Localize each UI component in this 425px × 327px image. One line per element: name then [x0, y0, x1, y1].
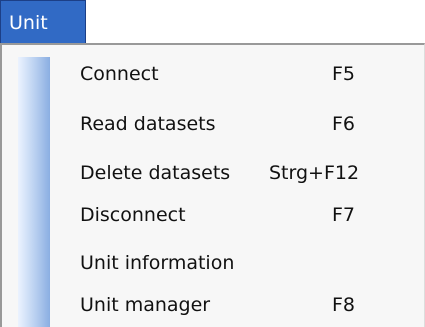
- menu-item-label: Connect: [80, 63, 159, 85]
- menu-item-label: Disconnect: [80, 204, 186, 226]
- menu-item-shortcut: Strg+F12: [269, 162, 360, 184]
- menu-item-shortcut: F6: [331, 113, 355, 135]
- menu-stage: Unit Connect F5 Read datasets F6 Delete …: [0, 0, 425, 327]
- menu-item-shortcut: F7: [331, 204, 355, 226]
- menu-item-label: Unit information: [80, 252, 235, 274]
- menu-item-delete-datasets[interactable]: Delete datasets Strg+F12: [80, 156, 380, 190]
- menu-item-label: Unit manager: [80, 294, 211, 316]
- menu-item-shortcut: F8: [331, 294, 355, 316]
- menu-icon-gutter: [18, 57, 50, 327]
- menu-item-read-datasets[interactable]: Read datasets F6: [80, 107, 380, 141]
- menu-item-connect[interactable]: Connect F5: [80, 57, 380, 91]
- menu-item-label: Read datasets: [80, 113, 216, 135]
- menu-item-unit-manager[interactable]: Unit manager F8: [80, 288, 380, 322]
- menu-item-disconnect[interactable]: Disconnect F7: [80, 198, 380, 232]
- menu-item-unit-information[interactable]: Unit information: [80, 246, 380, 280]
- menu-item-label: Delete datasets: [80, 162, 231, 184]
- menubar-unit[interactable]: Unit: [0, 0, 86, 44]
- menu-item-shortcut: F5: [331, 63, 355, 85]
